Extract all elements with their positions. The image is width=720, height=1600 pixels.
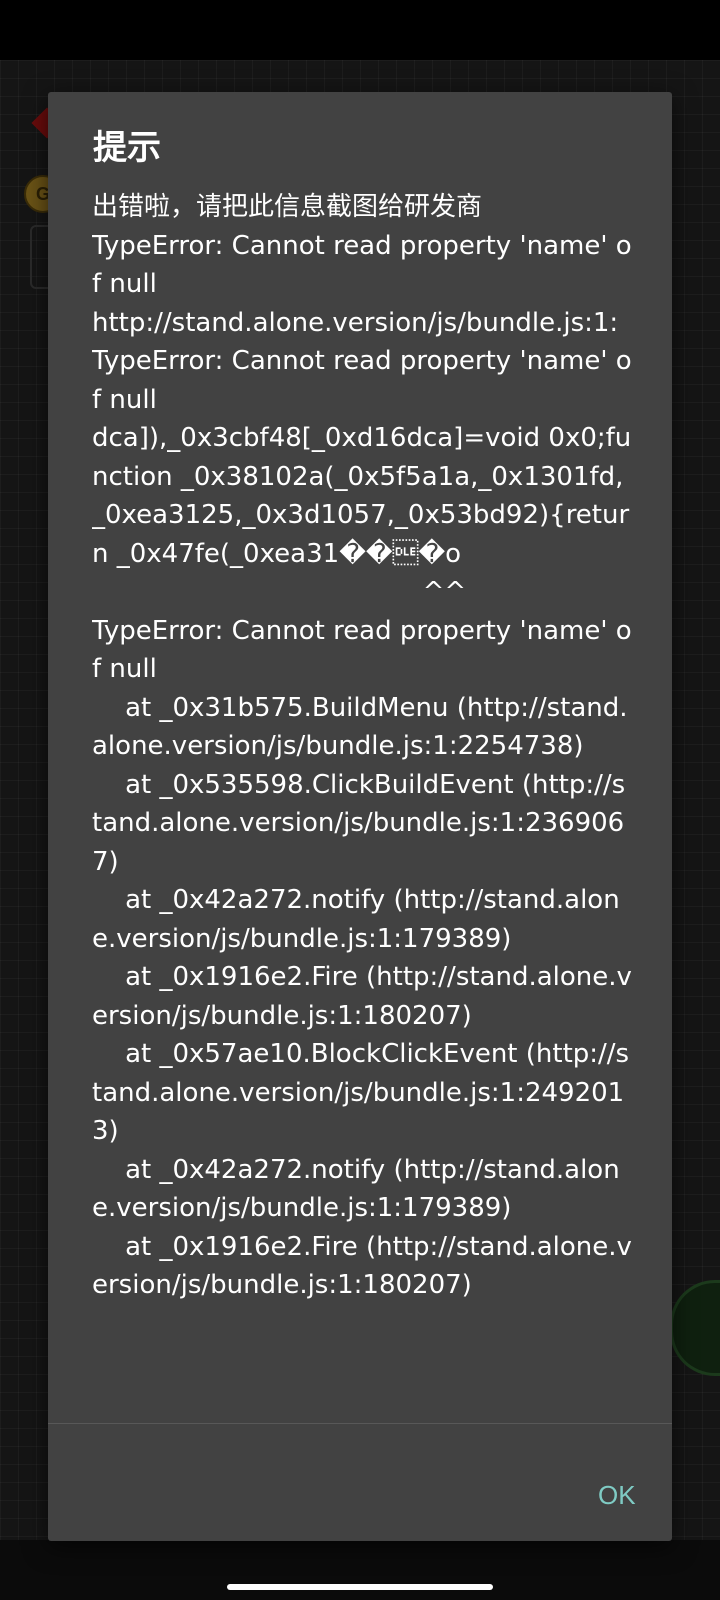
error-message: 出错啦，请把此信息截图给研发商 TypeError: Cannot read p…	[92, 192, 632, 1300]
home-indicator[interactable]	[227, 1584, 493, 1590]
dialog-divider	[48, 1423, 672, 1424]
status-bar	[0, 0, 720, 60]
ok-button[interactable]: OK	[588, 1472, 646, 1519]
screen: G 提示 出错啦，请把此信息截图给研发商 TypeError: Cannot r…	[0, 0, 720, 1600]
dialog-title: 提示	[93, 129, 161, 167]
error-dialog: 提示 出错啦，请把此信息截图给研发商 TypeError: Cannot rea…	[48, 92, 672, 1541]
